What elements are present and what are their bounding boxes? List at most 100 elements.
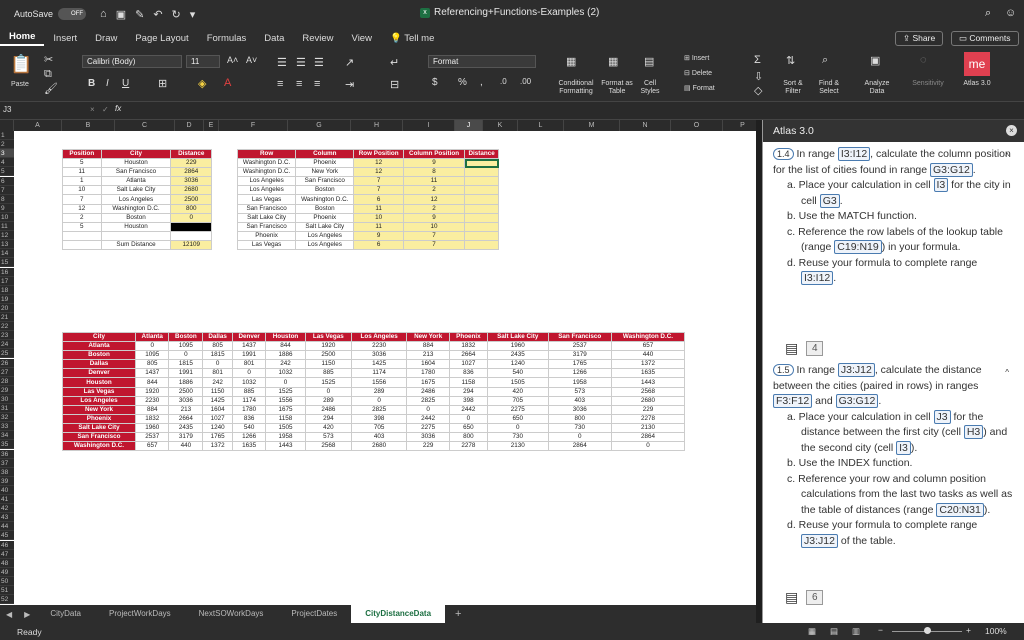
page-layout-view-icon[interactable]: ▤ [830,626,838,637]
matrix-cell[interactable]: 844 [265,341,306,352]
matrix-cell[interactable]: 2825 [351,404,408,415]
table-cell[interactable] [464,176,499,187]
atlas-logo-icon[interactable]: me [964,52,990,76]
borders-icon[interactable]: ⊞ [158,77,167,90]
row-header[interactable]: 10 [0,212,14,222]
row-header[interactable]: 25 [0,349,14,359]
matrix-cell[interactable]: 420 [304,422,353,434]
row-header[interactable]: 11 [0,222,14,232]
matrix-cell[interactable]: 398 [449,395,488,406]
column-header-a[interactable]: A [14,120,62,131]
matrix-header[interactable]: Dallas [202,331,233,343]
matrix-cell[interactable]: 0 [486,422,549,434]
row-header[interactable]: 8 [0,194,14,204]
table-cell[interactable] [464,185,499,196]
cancel-icon[interactable]: × [90,105,95,114]
range-ref[interactable]: J3:J12 [801,533,838,548]
sort-filter-icon[interactable]: ⇅ [786,54,795,67]
matrix-row-label[interactable]: Salt Lake City [62,422,136,434]
row-header[interactable]: 37 [0,458,14,468]
table-cell[interactable]: 12 [62,203,102,214]
table-cell[interactable]: 9 [402,158,466,169]
cell-styles-label[interactable]: Cell Styles [636,80,664,96]
cell-styles-icon[interactable]: ▤ [644,55,654,68]
table-cell[interactable]: Phoenix [236,230,297,241]
sum-label[interactable]: Sum Distance [100,239,172,251]
table-cell[interactable]: 12 [353,158,404,169]
matrix-cell[interactable]: 1372 [610,359,686,370]
table-cell[interactable]: Los Angeles [236,185,297,196]
column-header-o[interactable]: O [671,120,723,131]
search-icon[interactable]: ⌕ [985,7,991,20]
table-cell[interactable]: San Francisco [295,176,355,187]
add-sheet-icon[interactable]: + [445,608,471,620]
range-ref[interactable]: G3:G12 [930,162,973,177]
row-header[interactable]: 31 [0,404,14,414]
column-header-h[interactable]: H [351,120,403,131]
table-cell[interactable]: Boston [295,203,355,214]
matrix-cell[interactable]: 229 [406,441,451,452]
matrix-cell[interactable]: 213 [406,350,451,361]
range-ref[interactable]: I3:I12 [837,147,871,161]
align-center-icon[interactable]: ≡ [296,78,302,90]
matrix-cell[interactable]: 2864 [547,441,612,452]
row-header[interactable]: 32 [0,413,14,423]
next-sheet-icon[interactable]: ▶ [18,610,36,619]
table-cell[interactable]: 2 [62,212,102,223]
close-pane-icon[interactable]: × [1006,125,1017,136]
column-header-c[interactable]: C [115,120,175,131]
autosave-toggle[interactable]: OFF [58,8,87,20]
redo-icon[interactable]: ↻ [172,8,181,21]
matrix-cell[interactable]: 2230 [351,341,408,352]
matrix-cell[interactable]: 2825 [406,395,451,406]
table-cell[interactable]: Phoenix [295,158,355,169]
shrink-font-icon[interactable]: A˅ [246,55,257,65]
matrix-cell[interactable]: 1920 [134,386,170,397]
table-cell[interactable]: 7 [353,185,404,196]
matrix-cell[interactable]: 650 [486,413,549,424]
matrix-cell[interactable]: 1958 [547,377,612,388]
matrix-cell[interactable]: 1960 [134,422,170,434]
format-as-table-label[interactable]: Format as Table [598,80,636,96]
table-header[interactable]: Row Position [353,148,404,160]
cell-ref[interactable]: H3 [963,425,984,439]
row-header[interactable]: 47 [0,549,14,559]
matrix-header[interactable]: Los Angeles [351,331,408,343]
matrix-cell[interactable]: 3036 [351,350,408,361]
row-header[interactable]: 26 [0,358,14,368]
matrix-cell[interactable]: 213 [168,404,204,415]
matrix-cell[interactable]: 289 [351,386,408,397]
row-header[interactable]: 1 [0,131,14,141]
currency-icon[interactable]: $ [432,77,438,88]
matrix-cell[interactable]: 1780 [231,404,267,415]
table-cell[interactable]: Washington D.C. [100,203,172,214]
matrix-header[interactable]: San Francisco [547,331,612,343]
copy-icon[interactable]: ⧉ [44,68,52,81]
row-header[interactable]: 21 [0,313,14,323]
matrix-cell[interactable]: 242 [265,359,306,370]
row-header[interactable]: 28 [0,376,14,386]
table-cell[interactable]: 6 [353,194,404,205]
worksheet-grid[interactable]: ABCDEFGHIJKLMNOP 1 2 3 4 5 6 7 8 9 10 11 12 13 14 15 16… [0,120,756,605]
matrix-cell[interactable]: 801 [231,359,267,370]
find-select-label[interactable]: Find & Select [814,80,844,96]
matrix-cell[interactable]: 1886 [265,350,306,361]
matrix-header[interactable]: City [62,331,136,343]
share-button[interactable]: ⇪ Share [895,31,944,46]
matrix-row-label[interactable]: Las Vegas [62,386,136,397]
table-cell[interactable]: 800 [170,203,212,214]
matrix-cell[interactable]: 800 [449,432,488,443]
cell-ref[interactable]: G3 [819,193,840,208]
matrix-cell[interactable]: 1240 [202,422,233,434]
matrix-cell[interactable]: 1525 [265,386,306,397]
table-cell[interactable]: Boston [100,212,172,223]
selected-cell-j3[interactable] [464,158,499,169]
zoom-out-icon[interactable]: − [878,625,883,635]
table-cell[interactable]: 1 [62,176,102,187]
row-header[interactable]: 24 [0,340,14,350]
matrix-cell[interactable]: 1437 [134,368,170,379]
bold-icon[interactable]: B [88,78,95,89]
matrix-row-label[interactable]: Dallas [62,359,136,370]
table-header[interactable]: Distance [170,148,212,160]
matrix-cell[interactable]: 1556 [351,377,408,388]
